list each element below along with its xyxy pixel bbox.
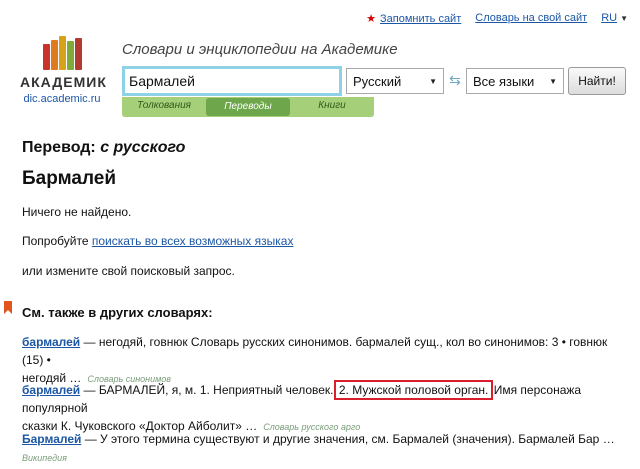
- tab-translations[interactable]: Переводы: [206, 98, 290, 116]
- list-item: Бармалей — У этого термина существуют и …: [22, 430, 628, 467]
- not-found-message: Ничего не найдено.: [22, 205, 132, 219]
- entry-source[interactable]: Википедия: [22, 453, 67, 463]
- search-button[interactable]: Найти!: [568, 67, 626, 95]
- search-tabs: Толкования Переводы Книги: [122, 97, 374, 117]
- top-links: ★ Запомнить сайт Словарь на свой сайт RU ▼: [366, 12, 628, 28]
- language-label[interactable]: RU: [601, 12, 617, 24]
- tab-definitions[interactable]: Толкования: [122, 97, 206, 117]
- entry-word-link[interactable]: Бармалей: [22, 432, 81, 446]
- entry-text: — негодяй, говнюк Словарь русских синони…: [22, 335, 608, 367]
- language-switcher[interactable]: RU ▼: [601, 12, 628, 28]
- from-language-select[interactable]: Русский ▼: [346, 68, 444, 94]
- entry-word-link[interactable]: бармалей: [22, 335, 80, 349]
- search-all-languages-link[interactable]: поискать во всех возможных языках: [92, 234, 294, 248]
- search-input[interactable]: [122, 66, 342, 96]
- entry-text: — БАРМАЛЕЙ, я, м. 1. Неприятный человек.: [80, 383, 334, 397]
- to-language-value: Все языки: [473, 73, 535, 89]
- tab-books[interactable]: Книги: [290, 97, 374, 117]
- dropdown-arrow-icon: ▼: [429, 76, 437, 86]
- swap-languages-icon[interactable]: ⇆: [446, 72, 464, 90]
- chevron-down-icon: ▼: [620, 14, 628, 23]
- star-icon: ★: [366, 13, 376, 25]
- translation-heading-direction: с русского: [100, 139, 186, 156]
- site-tagline: Словари и энциклопедии на Академике: [122, 41, 398, 58]
- bookmark-icon: [4, 301, 12, 314]
- dictionary-for-site-link[interactable]: Словарь на свой сайт: [475, 12, 587, 28]
- change-query-message: или измените свой поисковый запрос.: [22, 264, 235, 278]
- logo-domain[interactable]: dic.academic.ru: [20, 93, 104, 105]
- translation-heading-prefix: Перевод:: [22, 139, 96, 156]
- translation-heading: Перевод: с русского: [22, 139, 185, 157]
- books-logo-icon: [20, 36, 104, 70]
- try-prefix: Попробуйте: [22, 234, 89, 248]
- list-item: бармалей — негодяй, говнюк Словарь русск…: [22, 333, 628, 388]
- dropdown-arrow-icon: ▼: [549, 76, 557, 86]
- logo[interactable]: АКАДЕМИК dic.academic.ru: [20, 36, 107, 105]
- try-other-languages: Попробуйте поискать во всех возможных яз…: [22, 234, 293, 248]
- see-also-heading: См. также в других словарях:: [22, 305, 213, 320]
- list-item: бармалей — БАРМАЛЕЙ, я, м. 1. Неприятный…: [22, 380, 628, 436]
- logo-wordmark: АКАДЕМИК: [20, 74, 107, 90]
- entry-word-link[interactable]: бармалей: [22, 383, 80, 397]
- to-language-select[interactable]: Все языки ▼: [466, 68, 564, 94]
- bookmark-site-link[interactable]: ★ Запомнить сайт: [366, 12, 461, 28]
- entry-text: — У этого термина существуют и другие зн…: [81, 432, 615, 446]
- from-language-value: Русский: [353, 73, 402, 89]
- bookmark-site-text[interactable]: Запомнить сайт: [380, 13, 461, 25]
- highlighted-definition: 2. Мужской половой орган.: [333, 380, 494, 400]
- page-title: Бармалей: [22, 168, 117, 189]
